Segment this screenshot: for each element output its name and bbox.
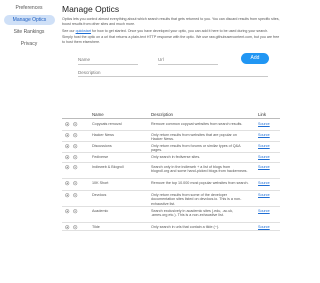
optic-source-link[interactable]: Source xyxy=(258,122,270,126)
url-input[interactable] xyxy=(158,54,218,65)
optic-description: Remove common copycat websites from sear… xyxy=(151,121,243,126)
sidebar-item-preferences[interactable]: Preferences xyxy=(0,3,58,13)
optic-source-link[interactable]: Source xyxy=(258,155,270,159)
intro-text: Optics lets you control almost everythin… xyxy=(62,17,280,26)
trash-icon[interactable] xyxy=(73,155,78,160)
optics-table-body: Copycats removal Remove common copycat we… xyxy=(62,120,280,231)
sidebar: Preferences Manage Optics Site Rankings … xyxy=(0,0,58,283)
optic-name: Fediverse xyxy=(92,155,109,159)
optic-name: Tilde xyxy=(92,225,100,229)
eye-icon[interactable] xyxy=(65,165,70,170)
eye-icon[interactable] xyxy=(65,193,70,198)
table-row: Fediverse Only search in fediverse sites.… xyxy=(62,153,280,163)
eye-icon[interactable] xyxy=(65,144,70,149)
sidebar-item-site-rankings[interactable]: Site Rankings xyxy=(0,27,58,37)
quickstart-link[interactable]: quickstart xyxy=(76,29,91,33)
optic-name: Indieweb & Blogroll xyxy=(92,165,124,169)
optic-description: Search only in the indieweb + a list of … xyxy=(151,164,248,174)
optic-source-link[interactable]: Source xyxy=(258,133,270,137)
trash-icon[interactable] xyxy=(73,144,78,149)
optic-source-link[interactable]: Source xyxy=(258,209,270,213)
trash-icon[interactable] xyxy=(73,165,78,170)
optics-table-header: Name Description Link xyxy=(62,110,280,119)
guide-text: See our quickstart for how to get starte… xyxy=(62,29,280,34)
trash-icon[interactable] xyxy=(73,193,78,198)
optic-source-link[interactable]: Source xyxy=(258,181,270,185)
trash-icon[interactable] xyxy=(73,122,78,127)
sidebar-item-manage-optics[interactable]: Manage Optics xyxy=(4,15,55,25)
eye-icon[interactable] xyxy=(65,209,70,214)
sidebar-item-privacy[interactable]: Privacy xyxy=(0,39,58,49)
optic-description: Only search in urls that contain a tilde… xyxy=(151,224,220,229)
guide-prefix: See our xyxy=(62,28,76,33)
table-row: Discussions Only return results from foru… xyxy=(62,142,280,153)
table-row: 10K Short Remove the top 10.000 most popu… xyxy=(62,179,280,191)
optic-name: Discussions xyxy=(92,144,112,148)
eye-icon[interactable] xyxy=(65,155,70,160)
optic-description: Only return results from websites that a… xyxy=(151,132,237,142)
trash-icon[interactable] xyxy=(73,225,78,230)
table-row: Tilde Only search in urls that contain a … xyxy=(62,223,280,231)
optic-source-link[interactable]: Source xyxy=(258,165,270,169)
trash-icon[interactable] xyxy=(73,181,78,186)
eye-icon[interactable] xyxy=(65,181,70,186)
table-row: Hacker News Only return results from webs… xyxy=(62,131,280,142)
add-optic-form: Add xyxy=(62,52,280,77)
optic-description: Only return results from forums or simil… xyxy=(151,143,241,153)
table-row: Academic Search exclusively in academic s… xyxy=(62,207,280,223)
optic-description: Remove the top 10.000 most popular websi… xyxy=(151,180,249,185)
guide-suffix: for how to get started. Once you have de… xyxy=(90,28,269,33)
optic-name: Devdocs xyxy=(92,193,107,197)
table-row: Devdocs Only return results from some of … xyxy=(62,191,280,207)
eye-icon[interactable] xyxy=(65,122,70,127)
trash-icon[interactable] xyxy=(73,209,78,214)
description-input[interactable] xyxy=(78,68,268,77)
optic-source-link[interactable]: Source xyxy=(258,225,270,229)
add-button[interactable]: Add xyxy=(241,52,269,64)
optic-name: Academic xyxy=(92,209,109,213)
hosting-text: Simply host the optic on a url that retu… xyxy=(62,35,280,45)
optic-description: Only return results from some of the dev… xyxy=(151,192,242,206)
optic-name: Copycats removal xyxy=(92,122,122,126)
header-divider xyxy=(62,118,280,119)
eye-icon[interactable] xyxy=(65,225,70,230)
optic-source-link[interactable]: Source xyxy=(258,193,270,197)
optic-source-link[interactable]: Source xyxy=(258,144,270,148)
optic-name: 10K Short xyxy=(92,181,109,185)
optic-description: Search exclusively in academic sites (.e… xyxy=(151,208,234,218)
eye-icon[interactable] xyxy=(65,133,70,138)
table-row: Indieweb & Blogroll Search only in the in… xyxy=(62,163,280,179)
trash-icon[interactable] xyxy=(73,133,78,138)
name-input[interactable] xyxy=(78,54,138,65)
table-row: Copycats removal Remove common copycat we… xyxy=(62,120,280,131)
optic-description: Only search in fediverse sites. xyxy=(151,154,201,159)
page-title: Manage Optics xyxy=(62,4,120,14)
optic-name: Hacker News xyxy=(92,133,114,137)
